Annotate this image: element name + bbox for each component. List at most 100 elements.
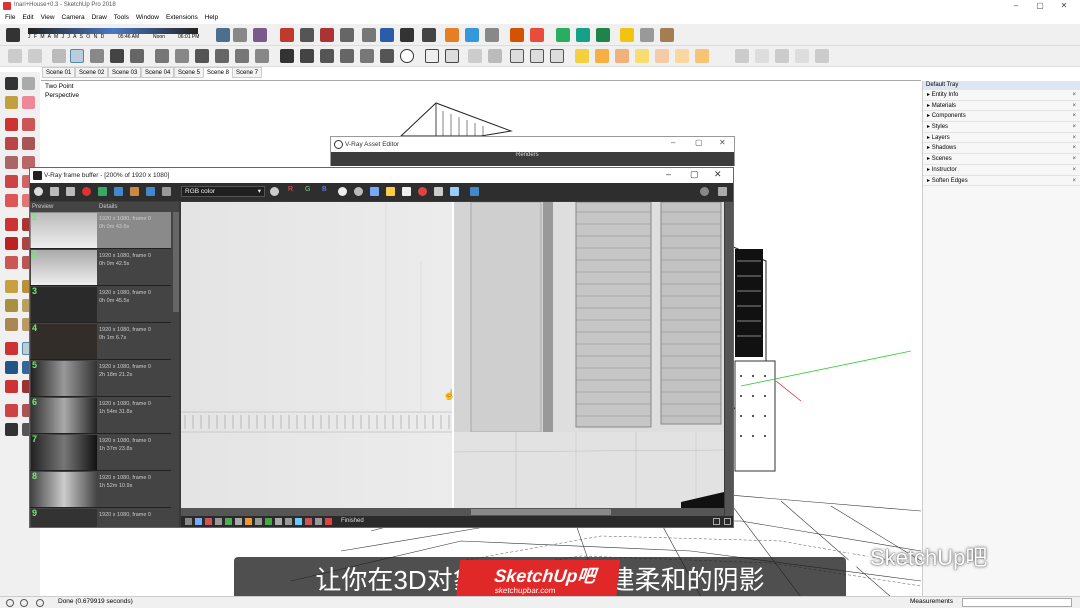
move-icon[interactable] — [90, 49, 104, 63]
frame-icon[interactable] — [510, 49, 524, 63]
lens-effects-icon[interactable] — [470, 187, 479, 196]
circle-icon[interactable] — [5, 156, 18, 169]
component-box-icon[interactable] — [620, 28, 634, 42]
paint-icon[interactable] — [52, 49, 66, 63]
extrude-icon[interactable] — [360, 49, 374, 63]
interactive-icon[interactable] — [450, 187, 459, 196]
top-view-icon[interactable] — [445, 28, 459, 42]
pan-icon[interactable] — [380, 28, 394, 42]
walk-icon[interactable] — [422, 28, 436, 42]
history-item-7[interactable]: 7 1920 x 1080, frame 0 1h 37m 23.8s — [30, 434, 171, 471]
menu-window[interactable]: Window — [136, 12, 159, 24]
position-camera-icon[interactable] — [5, 404, 18, 417]
status-tool-icon[interactable] — [225, 518, 232, 525]
rotated-rect-icon[interactable] — [22, 137, 35, 150]
scene-tab-8[interactable]: Scene 8 — [203, 67, 234, 78]
rectangle-icon[interactable] — [5, 137, 18, 150]
geo-location-icon[interactable] — [556, 28, 570, 42]
protractor-icon[interactable] — [595, 49, 609, 63]
eraser-tool-icon[interactable] — [22, 96, 35, 109]
house-outline-icon[interactable] — [235, 49, 249, 63]
freehand-icon[interactable] — [22, 118, 35, 131]
move-tool-icon[interactable] — [5, 218, 18, 231]
camera-icon[interactable] — [468, 49, 482, 63]
scene-tab-02[interactable]: Scene 02 — [75, 67, 109, 78]
render-vertical-scrollbar[interactable] — [725, 202, 733, 516]
menu-view[interactable]: View — [41, 12, 55, 24]
close-icon[interactable]: × — [1072, 111, 1076, 121]
tray-item-styles[interactable]: ▸ Styles × — [923, 122, 1080, 133]
close-icon[interactable]: × — [1072, 143, 1076, 153]
asset-close-button[interactable]: ✕ — [719, 138, 726, 147]
tray-item-scenes[interactable]: ▸ Scenes × — [923, 154, 1080, 165]
scale-icon[interactable] — [5, 256, 18, 269]
clear-icon[interactable] — [402, 187, 411, 196]
sandbox-drape-icon[interactable] — [775, 49, 789, 63]
vfb-minimize-button[interactable]: – — [666, 169, 671, 179]
asset-maximize-button[interactable]: ▢ — [695, 138, 703, 147]
section-tool-icon[interactable] — [675, 49, 689, 63]
scene-tab-5[interactable]: Scene 5 — [174, 67, 205, 78]
arc-3pt-icon[interactable] — [5, 194, 18, 207]
style-xray-icon[interactable] — [280, 28, 294, 42]
lens-icon[interactable] — [146, 187, 155, 196]
layout-grid-icon[interactable] — [530, 28, 544, 42]
front-view-icon[interactable] — [465, 28, 479, 42]
style-wireframe-icon[interactable] — [300, 28, 314, 42]
render-view[interactable]: ☝ — [181, 202, 724, 516]
tray-item-soften-edges[interactable]: ▸ Soften Edges × — [923, 176, 1080, 187]
zoom-extents-icon[interactable] — [5, 380, 18, 393]
channel-r-button[interactable]: R — [288, 186, 293, 193]
status-tool-icon[interactable] — [195, 518, 202, 525]
history-item-5[interactable]: 5 1920 x 1080, frame 0 2h 18m 21.2s — [30, 360, 171, 397]
check-circle-icon[interactable] — [400, 49, 414, 63]
close-icon[interactable]: × — [1072, 122, 1076, 132]
arc-icon[interactable] — [5, 175, 18, 188]
sandbox-icon[interactable] — [735, 49, 749, 63]
status-tool-icon[interactable] — [275, 518, 282, 525]
close-icon[interactable]: × — [1072, 165, 1076, 175]
extension-box-icon[interactable] — [660, 28, 674, 42]
rotate-icon[interactable] — [130, 49, 144, 63]
paint-bucket-icon[interactable] — [5, 96, 18, 109]
alpha-icon[interactable] — [354, 187, 363, 196]
sandbox-stamp-icon[interactable] — [755, 49, 769, 63]
select-icon[interactable] — [70, 49, 84, 63]
channel-dropdown[interactable]: RGB color ▾ — [181, 186, 265, 197]
channel-b-button[interactable]: B — [322, 186, 327, 193]
style-hidden-icon[interactable] — [320, 28, 334, 42]
color-channel-icon[interactable] — [270, 187, 279, 196]
history-item-3[interactable]: 3 1920 x 1080, frame 0 0h 0m 45.5s — [30, 286, 171, 323]
scene-tab-7[interactable]: Scene 7 — [232, 67, 263, 78]
history-item-8[interactable]: 8 1920 x 1080, frame 0 1h 52m 10.9s — [30, 471, 171, 508]
info-icon[interactable] — [6, 599, 14, 607]
history-item-4[interactable]: 4 1920 x 1080, frame 0 0h 1m 6.7s — [30, 323, 171, 360]
solid-icon[interactable] — [380, 49, 394, 63]
user-icon[interactable] — [36, 599, 44, 607]
line-icon[interactable] — [5, 118, 18, 131]
printer-icon[interactable] — [488, 49, 502, 63]
status-tool-icon[interactable] — [325, 518, 332, 525]
warehouse-icon[interactable] — [640, 28, 654, 42]
light-icon[interactable] — [445, 49, 459, 63]
tag-icon[interactable] — [28, 49, 42, 63]
measurements-input[interactable] — [962, 598, 1072, 607]
scene-tab-01[interactable]: Scene 01 — [42, 67, 76, 78]
scroll-thumb[interactable] — [471, 509, 611, 515]
text-icon[interactable] — [615, 49, 629, 63]
3d-text-icon[interactable] — [655, 49, 669, 63]
status-tool-icon[interactable] — [205, 518, 212, 525]
fit-window-icon[interactable] — [713, 518, 720, 525]
history-item-9[interactable]: 9 1920 x 1080, frame 0 — [30, 508, 171, 527]
make-component-icon[interactable] — [22, 77, 35, 90]
pin-icon[interactable] — [718, 187, 727, 196]
zoom-tool-icon[interactable] — [5, 361, 18, 374]
close-icon[interactable]: × — [1072, 133, 1076, 143]
status-tool-icon[interactable] — [315, 518, 322, 525]
house-side-icon[interactable] — [175, 49, 189, 63]
close-icon[interactable]: × — [1072, 101, 1076, 111]
channel-g-button[interactable]: G — [305, 186, 310, 193]
status-tool-icon[interactable] — [215, 518, 222, 525]
maximize-button[interactable]: ▢ — [1028, 0, 1052, 12]
shadows-icon[interactable] — [6, 28, 20, 42]
